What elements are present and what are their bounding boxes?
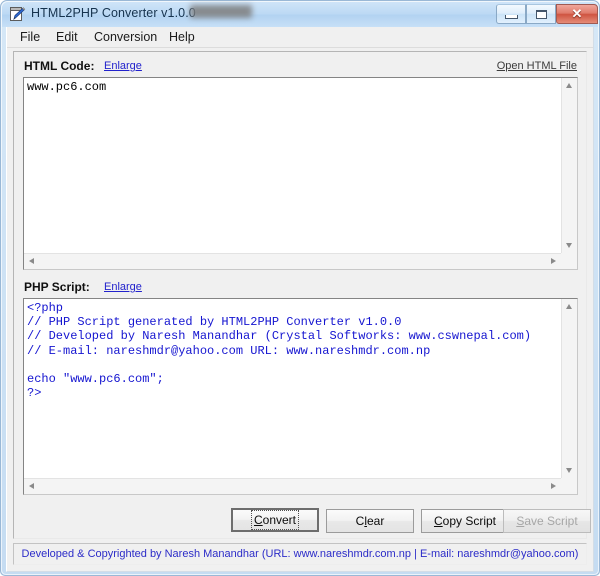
maximize-button[interactable] [526,4,556,24]
clear-button-label: Clear [355,514,385,528]
menu-item-help[interactable]: Help [162,29,202,46]
menu-bar: File Edit Conversion Help [7,27,593,48]
html-enlarge-link[interactable]: Enlarge [104,60,142,72]
copy-script-button-label: Copy Script [433,514,497,528]
window-title: HTML2PHP Converter v1.0.0 [31,6,196,20]
copy-script-button[interactable]: Copy Script [421,509,509,533]
scroll-up-icon[interactable] [566,83,572,88]
html-code-textarea[interactable]: www.pc6.com [23,77,578,270]
scroll-up-icon[interactable] [566,304,572,309]
html-code-label: HTML Code: [24,59,95,73]
convert-button-label: Convert [250,510,300,530]
save-script-button: Save Script [503,509,591,533]
html-horizontal-scrollbar[interactable] [24,253,561,269]
client-area: File Edit Conversion Help HTML Code: Enl… [6,27,594,572]
html-vertical-scrollbar[interactable] [561,78,577,253]
scroll-down-icon[interactable] [566,243,572,248]
menu-item-conversion[interactable]: Conversion [87,29,164,46]
open-html-file-link[interactable]: Open HTML File [497,60,577,72]
php-horizontal-scrollbar[interactable] [24,478,561,494]
php-script-content: <?php // PHP Script generated by HTML2PH… [27,301,532,401]
scroll-right-icon[interactable] [551,258,556,264]
redacted-title-region [190,5,252,18]
html-code-content: www.pc6.com [27,80,107,94]
save-script-button-label: Save Script [516,514,578,528]
php-vertical-scrollbar[interactable] [561,299,577,478]
convert-button[interactable]: Convert [231,508,319,532]
main-panel: HTML Code: Enlarge Open HTML File www.pc… [13,51,591,539]
php-enlarge-link[interactable]: Enlarge [104,281,142,293]
status-bar-text: Developed & Copyrighted by Naresh Manand… [21,548,579,560]
scroll-left-icon[interactable] [29,258,34,264]
scroll-right-icon[interactable] [551,483,556,489]
scroll-corner [561,253,577,269]
minimize-button[interactable] [496,4,526,24]
document-pen-icon [10,7,26,21]
title-bar[interactable]: HTML2PHP Converter v1.0.0 ✕ [2,2,598,27]
scroll-down-icon[interactable] [566,468,572,473]
maximize-icon [527,5,555,23]
php-script-textarea[interactable]: <?php // PHP Script generated by HTML2PH… [23,298,578,495]
scroll-left-icon[interactable] [29,483,34,489]
menu-item-file[interactable]: File [13,29,47,46]
php-script-label: PHP Script: [24,280,90,294]
application-window: HTML2PHP Converter v1.0.0 ✕ File Edit Co… [0,0,600,576]
minimize-icon [497,5,525,23]
scroll-corner [561,478,577,494]
close-icon: ✕ [571,6,583,21]
status-bar: Developed & Copyrighted by Naresh Manand… [13,543,587,565]
clear-button[interactable]: Clear [326,509,414,533]
close-button[interactable]: ✕ [556,4,598,24]
menu-item-edit[interactable]: Edit [49,29,85,46]
